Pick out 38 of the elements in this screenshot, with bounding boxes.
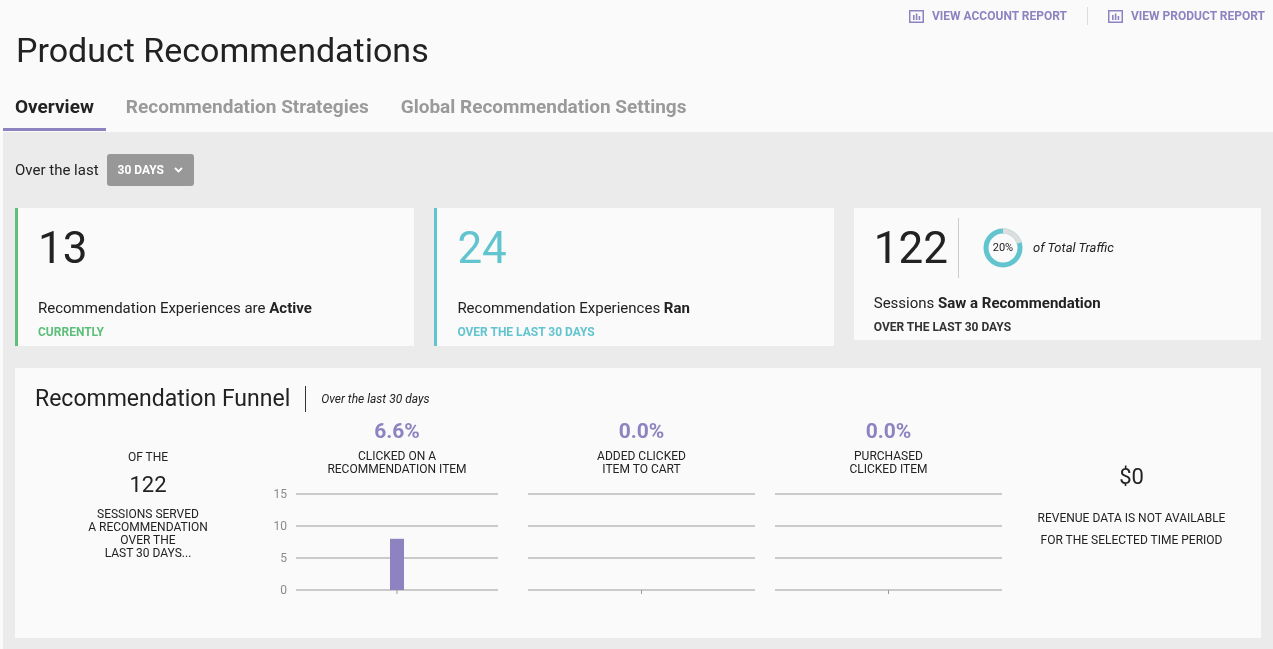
percent-label: 20% (992, 242, 1014, 254)
bar-chart-icon (908, 9, 924, 23)
traffic-label: of Total Traffic (1032, 239, 1114, 258)
axis-tick-label: 0 (280, 583, 287, 596)
funnel-step-label: PURCHASED CLICKED ITEM (849, 450, 928, 478)
axis-tick-label: 5 (280, 551, 287, 565)
period-dropdown[interactable]: 30 DAYS (106, 154, 194, 186)
revenue-note: REVENUE DATA IS NOT AVAILABLE FOR THE SELECTED TIME PERIOD (1037, 510, 1226, 549)
funnel-percentage: 0.0% (618, 418, 665, 444)
view-report-link[interactable]: VIEW ACCOUNT REPORT (908, 7, 1067, 25)
funnel-description: SESSIONS SERVED A RECOMMENDATION OVER THE LAST 30 DAYS... (88, 508, 208, 560)
stat-value: 13 (38, 222, 88, 274)
funnel-step-label: CLICKED ON A RECOMMENDATION ITEM (327, 450, 467, 478)
funnel-percentage: 0.0% (865, 418, 912, 444)
stat-description: Sessions Saw a Recommendation (873, 293, 1101, 314)
stat-caption: CURRENTLY (38, 323, 104, 341)
stat-caption: OVER THE LAST 30 DAYS (873, 318, 1012, 336)
axis-tick-label: 10 (273, 519, 287, 533)
revenue-value: $0 (1119, 463, 1144, 491)
stat-value: 24 (457, 222, 507, 274)
axis-tick-label: 15 (273, 487, 287, 501)
stat-caption: OVER THE LAST 30 DAYS (457, 323, 595, 341)
funnel-step-label: ADDED CLICKED ITEM TO CART (597, 450, 686, 478)
period-label: Over the last (15, 159, 99, 181)
stat-description: Recommendation Experiences Ran (457, 298, 690, 319)
funnel-subtitle: Over the last 30 days (321, 391, 430, 408)
bar-chart-icon (1108, 9, 1123, 23)
funnel-title: Recommendation Funnel (35, 384, 291, 414)
tab[interactable]: Global Recommendation Settings (388, 86, 699, 131)
funnel-label: OF THE (127, 449, 169, 466)
funnel-percentage: 6.6% (374, 418, 420, 444)
stat-value: 122 (873, 221, 949, 276)
stat-description: Recommendation Experiences are Active (38, 298, 312, 319)
funnel-value: 122 (129, 471, 167, 499)
page-title: Product Recommendations (15, 30, 430, 70)
chevron-down-icon (174, 167, 183, 173)
tab[interactable]: Recommendation Strategies (113, 86, 381, 131)
view-report-link[interactable]: VIEW PRODUCT REPORT (1108, 7, 1265, 25)
